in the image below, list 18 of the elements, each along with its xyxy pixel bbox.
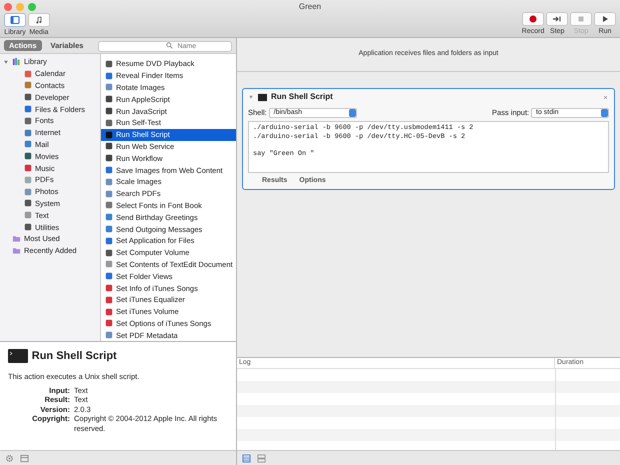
terminal-icon xyxy=(8,349,28,364)
play-icon xyxy=(600,14,610,24)
close-icon[interactable] xyxy=(602,94,609,100)
library-icon xyxy=(12,57,21,66)
music-note-icon xyxy=(34,15,44,25)
window-title: Green xyxy=(298,1,322,13)
search-icon xyxy=(166,42,174,49)
split-view-icon[interactable] xyxy=(257,454,266,462)
gear-icon xyxy=(5,454,14,462)
step-icon xyxy=(552,14,562,24)
panel-icon xyxy=(20,454,29,462)
action-title: Run Shell Script xyxy=(32,349,117,364)
record-icon xyxy=(528,14,538,24)
list-view-icon[interactable] xyxy=(242,454,251,462)
action-title: Run Shell Script xyxy=(271,91,333,103)
stop-icon xyxy=(576,14,586,24)
terminal-icon xyxy=(258,92,267,102)
sidebar-icon xyxy=(10,15,20,25)
